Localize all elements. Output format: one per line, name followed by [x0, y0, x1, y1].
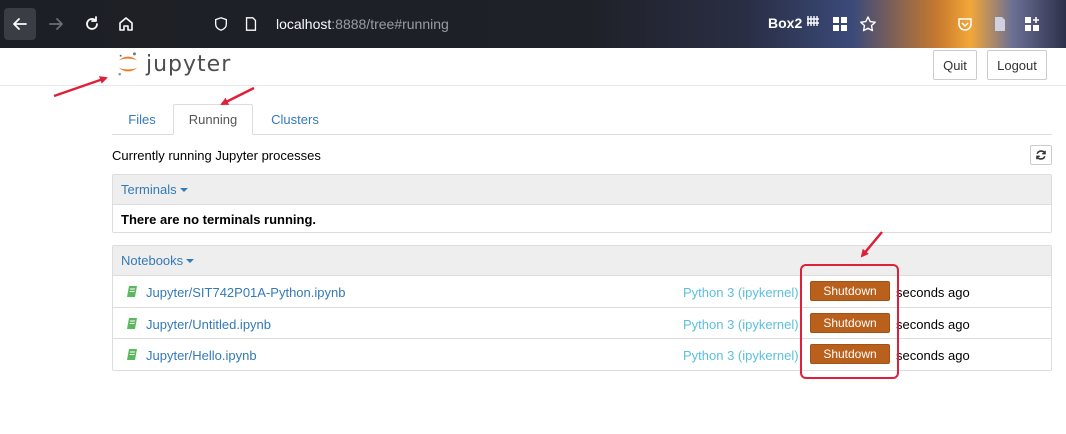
- jupyter-logo[interactable]: jupyter: [116, 50, 231, 78]
- extensions-icon[interactable]: [1022, 14, 1042, 34]
- last-activity: seconds ago: [896, 316, 970, 332]
- reload-button[interactable]: [76, 8, 108, 40]
- notebook-link[interactable]: Jupyter/Untitled.ipynb: [146, 317, 271, 332]
- refresh-icon: [1036, 150, 1046, 160]
- jupyter-wordmark: jupyter: [146, 51, 232, 77]
- browser-toolbar: localhost:8888/tree#running Box2: [0, 0, 1066, 48]
- shield-icon[interactable]: [212, 15, 230, 33]
- annotation-highlight-box: [800, 264, 899, 379]
- tab-clusters[interactable]: Clusters: [256, 104, 334, 135]
- url-path: :8888/tree#running: [331, 16, 449, 32]
- kernel-name: Python 3 (ipykernel): [683, 316, 799, 332]
- notebook-row: Jupyter/Untitled.ipynb Python 3 (ipykern…: [113, 308, 1051, 339]
- reload-icon: [86, 16, 98, 30]
- notebooks-title: Notebooks: [121, 253, 184, 268]
- star-icon[interactable]: [858, 14, 878, 34]
- url-host: localhost: [276, 16, 332, 32]
- no-terminals-message: There are no terminals running.: [121, 211, 317, 227]
- container-label[interactable]: Box2: [768, 14, 820, 31]
- grid-icon[interactable]: [830, 14, 850, 34]
- tabs-divider: [112, 134, 1052, 135]
- terminals-panel: Terminals There are no terminals running…: [112, 174, 1052, 233]
- last-activity: seconds ago: [896, 348, 970, 363]
- forward-button[interactable]: [40, 8, 72, 40]
- tab-running[interactable]: Running: [173, 104, 253, 135]
- home-icon: [119, 17, 133, 31]
- back-button[interactable]: [4, 8, 36, 40]
- running-processes-label: Currently running Jupyter processes: [112, 148, 321, 163]
- notebook-icon: [127, 348, 139, 364]
- notebooks-header[interactable]: Notebooks: [113, 246, 1051, 276]
- last-activity: seconds ago: [896, 285, 970, 300]
- tab-files[interactable]: Files: [112, 104, 172, 135]
- notebook-row: Jupyter/SIT742P01A-Python.ipynb Python 3…: [113, 276, 1051, 308]
- jupyter-logo-icon: [118, 52, 138, 76]
- document-icon[interactable]: [990, 14, 1010, 34]
- quit-button[interactable]: Quit: [933, 50, 977, 80]
- address-bar[interactable]: localhost:8888/tree#running: [212, 10, 772, 38]
- terminals-header[interactable]: Terminals: [113, 175, 1051, 205]
- notebook-icon: [127, 285, 139, 301]
- url-text[interactable]: localhost:8888/tree#running: [276, 16, 449, 32]
- caret-down-icon: [186, 258, 195, 263]
- fence-icon: [806, 14, 820, 31]
- notebook-link[interactable]: Jupyter/SIT742P01A-Python.ipynb: [146, 285, 345, 300]
- notebook-link[interactable]: Jupyter/Hello.ipynb: [146, 348, 257, 363]
- notebooks-panel: Notebooks Jupyter/SIT742P01A-Python.ipyn…: [112, 245, 1052, 371]
- home-button[interactable]: [110, 8, 142, 40]
- notebook-row: Jupyter/Hello.ipynb Python 3 (ipykernel)…: [113, 339, 1051, 371]
- pocket-icon[interactable]: [955, 14, 975, 34]
- caret-down-icon: [179, 187, 188, 192]
- terminals-title: Terminals: [121, 182, 177, 197]
- forward-arrow-icon: [49, 18, 63, 30]
- back-arrow-icon: [13, 18, 27, 30]
- arrow-to-running-tab: [220, 86, 255, 106]
- refresh-button[interactable]: [1030, 145, 1052, 165]
- kernel-name: Python 3 (ipykernel): [683, 285, 799, 300]
- page-icon: [242, 15, 260, 33]
- container-name: Box2: [768, 14, 803, 31]
- kernel-name: Python 3 (ipykernel): [683, 348, 799, 363]
- notebook-icon: [127, 317, 139, 333]
- logout-button[interactable]: Logout: [987, 50, 1047, 80]
